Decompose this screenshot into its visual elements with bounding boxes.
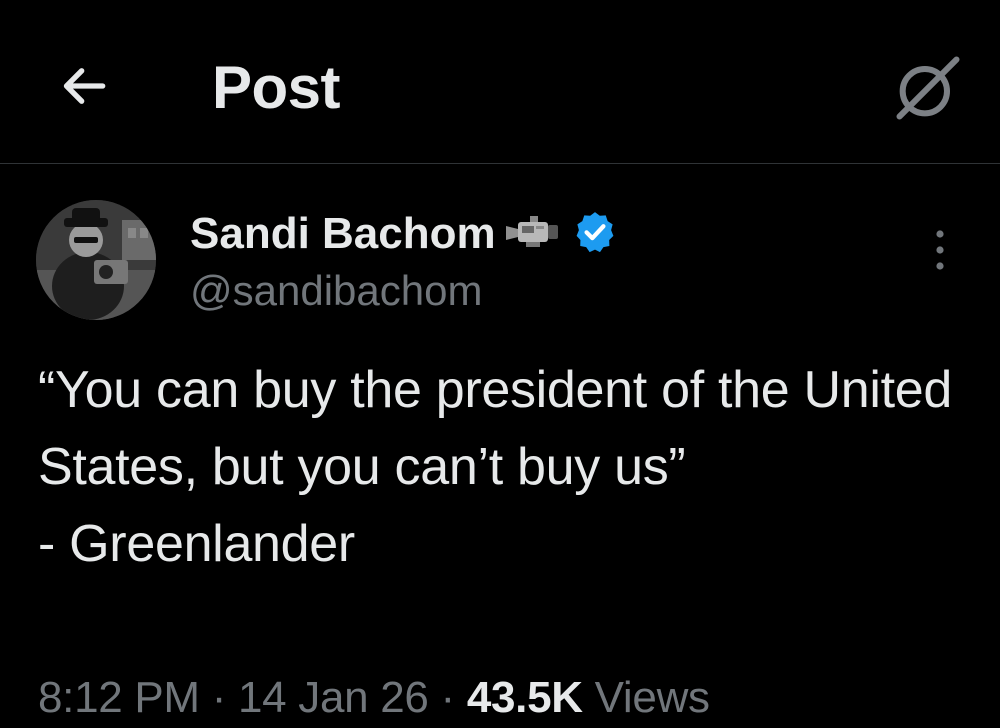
grok-icon [896, 56, 960, 120]
meta-separator: · [211, 673, 227, 722]
author-handle[interactable]: @sandibachom [190, 264, 482, 318]
grok-button[interactable] [886, 46, 970, 130]
views-count[interactable]: 43.5K [467, 673, 583, 722]
author-display-name[interactable]: Sandi Bachom [190, 206, 496, 262]
arrow-left-icon [63, 68, 106, 104]
post-date[interactable]: 14 Jan 26 [238, 673, 429, 722]
top-bar: Post [0, 0, 1000, 164]
views-label[interactable]: Views [595, 673, 710, 722]
post-text-attribution: - Greenlander [38, 515, 355, 573]
page-title: Post [212, 54, 341, 121]
more-vertical-icon [936, 230, 944, 270]
post-meta: 8:12 PM · 14 Jan 26 · 43.5K Views [38, 668, 710, 728]
verified-badge-icon[interactable] [572, 209, 618, 260]
meta-separator: · [440, 673, 456, 722]
post-text: “You can buy the president of the United… [38, 352, 968, 583]
avatar-photo-icon [36, 200, 156, 320]
post-time[interactable]: 8:12 PM [38, 673, 200, 722]
more-options-button[interactable] [912, 222, 968, 278]
author-name-row[interactable]: Sandi Bachom [190, 206, 618, 262]
video-camera-icon [505, 212, 562, 257]
back-button[interactable] [48, 50, 120, 122]
avatar[interactable] [36, 200, 156, 320]
post-text-quote: “You can buy the president of the United… [38, 361, 953, 496]
